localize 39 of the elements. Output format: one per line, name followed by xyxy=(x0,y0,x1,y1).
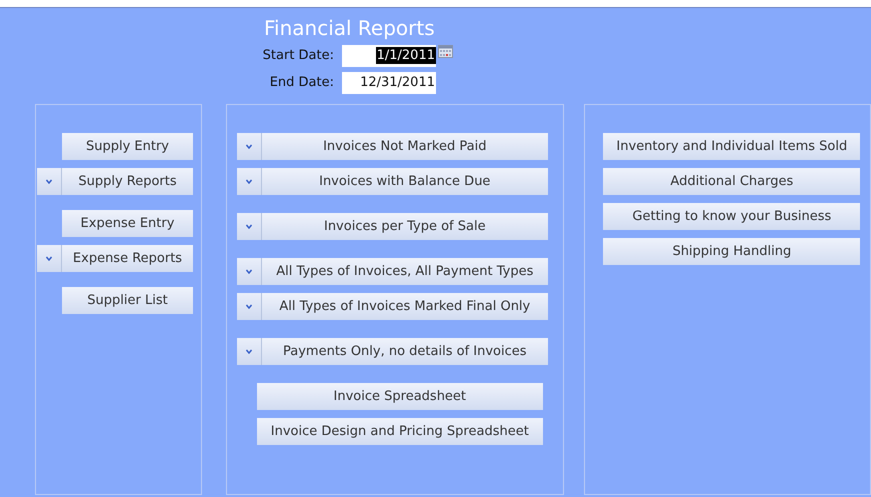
dropdown-button[interactable] xyxy=(236,293,262,320)
report-button[interactable]: Payments Only, no details of Invoices xyxy=(262,338,548,365)
calendar-icon[interactable] xyxy=(438,45,453,58)
report-button[interactable]: Invoice Spreadsheet xyxy=(256,383,543,410)
report-button[interactable]: Invoices Not Marked Paid xyxy=(262,133,548,160)
date-field[interactable]: 1/1/2011 xyxy=(342,44,436,66)
chevron-icon xyxy=(46,256,52,261)
chevron-icon xyxy=(246,144,252,149)
report-button[interactable]: Supply Reports xyxy=(62,168,193,195)
dropdown-button[interactable] xyxy=(236,168,262,195)
dropdown-button[interactable] xyxy=(37,245,62,272)
dropdown-button[interactable] xyxy=(236,133,262,160)
date-label: Start Date: xyxy=(262,48,335,63)
report-button[interactable]: All Types of Invoices, All Payment Types xyxy=(262,258,548,285)
report-button[interactable]: Getting to know your Business xyxy=(603,203,860,230)
report-button[interactable]: Invoices with Balance Due xyxy=(262,168,548,195)
report-button[interactable]: Additional Charges xyxy=(603,168,860,195)
dropdown-button[interactable] xyxy=(236,213,262,240)
report-button[interactable]: Invoices per Type of Sale xyxy=(262,213,548,240)
report-button[interactable]: Shipping Handling xyxy=(603,238,860,265)
page-title: Financial Reports xyxy=(264,16,435,40)
report-button[interactable]: Supplier List xyxy=(62,287,193,314)
chevron-icon xyxy=(246,224,252,229)
chevron-icon xyxy=(246,304,252,309)
dropdown-button[interactable] xyxy=(236,258,262,285)
dropdown-button[interactable] xyxy=(236,338,262,365)
chevron-icon xyxy=(246,349,252,354)
report-button[interactable]: All Types of Invoices Marked Final Only xyxy=(262,293,548,320)
dropdown-button[interactable] xyxy=(37,168,62,195)
chevron-icon xyxy=(46,179,52,184)
date-field[interactable]: 12/31/2011 xyxy=(342,72,436,94)
chevron-icon xyxy=(246,269,252,274)
report-button[interactable]: Invoice Design and Pricing Spreadsheet xyxy=(256,418,543,445)
report-button[interactable]: Inventory and Individual Items Sold xyxy=(603,133,860,160)
report-button[interactable]: Supply Entry xyxy=(62,133,193,160)
report-button[interactable]: Expense Reports xyxy=(62,245,193,272)
report-button[interactable]: Expense Entry xyxy=(62,210,193,237)
date-label: End Date: xyxy=(268,75,335,90)
chevron-icon xyxy=(246,179,252,184)
